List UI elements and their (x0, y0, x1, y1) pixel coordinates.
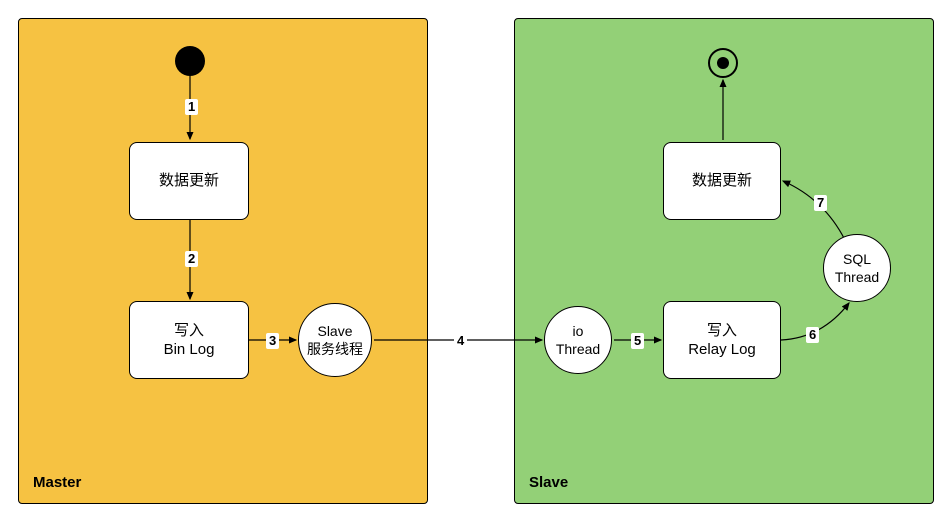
edge-label-6: 6 (806, 327, 819, 343)
edge-label-7: 7 (814, 195, 827, 211)
edge-label-2: 2 (185, 251, 198, 267)
edge-label-4: 4 (454, 333, 467, 349)
node-slave-service-thread: Slave 服务线程 (298, 303, 372, 377)
node-write-binlog-label: 写入 Bin Log (164, 321, 215, 360)
edge-label-3: 3 (266, 333, 279, 349)
node-write-relay-log: 写入 Relay Log (663, 301, 781, 379)
node-write-binlog: 写入 Bin Log (129, 301, 249, 379)
node-write-relay-log-label: 写入 Relay Log (688, 321, 756, 360)
start-node (175, 46, 205, 76)
node-io-thread-label: io Thread (556, 322, 600, 358)
node-master-data-update: 数据更新 (129, 142, 249, 220)
node-master-data-update-label: 数据更新 (159, 171, 219, 191)
node-slave-data-update: 数据更新 (663, 142, 781, 220)
edge-label-1: 1 (185, 99, 198, 115)
edge-label-5: 5 (631, 333, 644, 349)
node-io-thread: io Thread (544, 306, 612, 374)
node-sql-thread: SQL Thread (823, 234, 891, 302)
node-slave-data-update-label: 数据更新 (692, 171, 752, 191)
node-slave-service-thread-label: Slave 服务线程 (307, 322, 363, 358)
end-node (708, 48, 738, 78)
node-sql-thread-label: SQL Thread (835, 250, 879, 286)
